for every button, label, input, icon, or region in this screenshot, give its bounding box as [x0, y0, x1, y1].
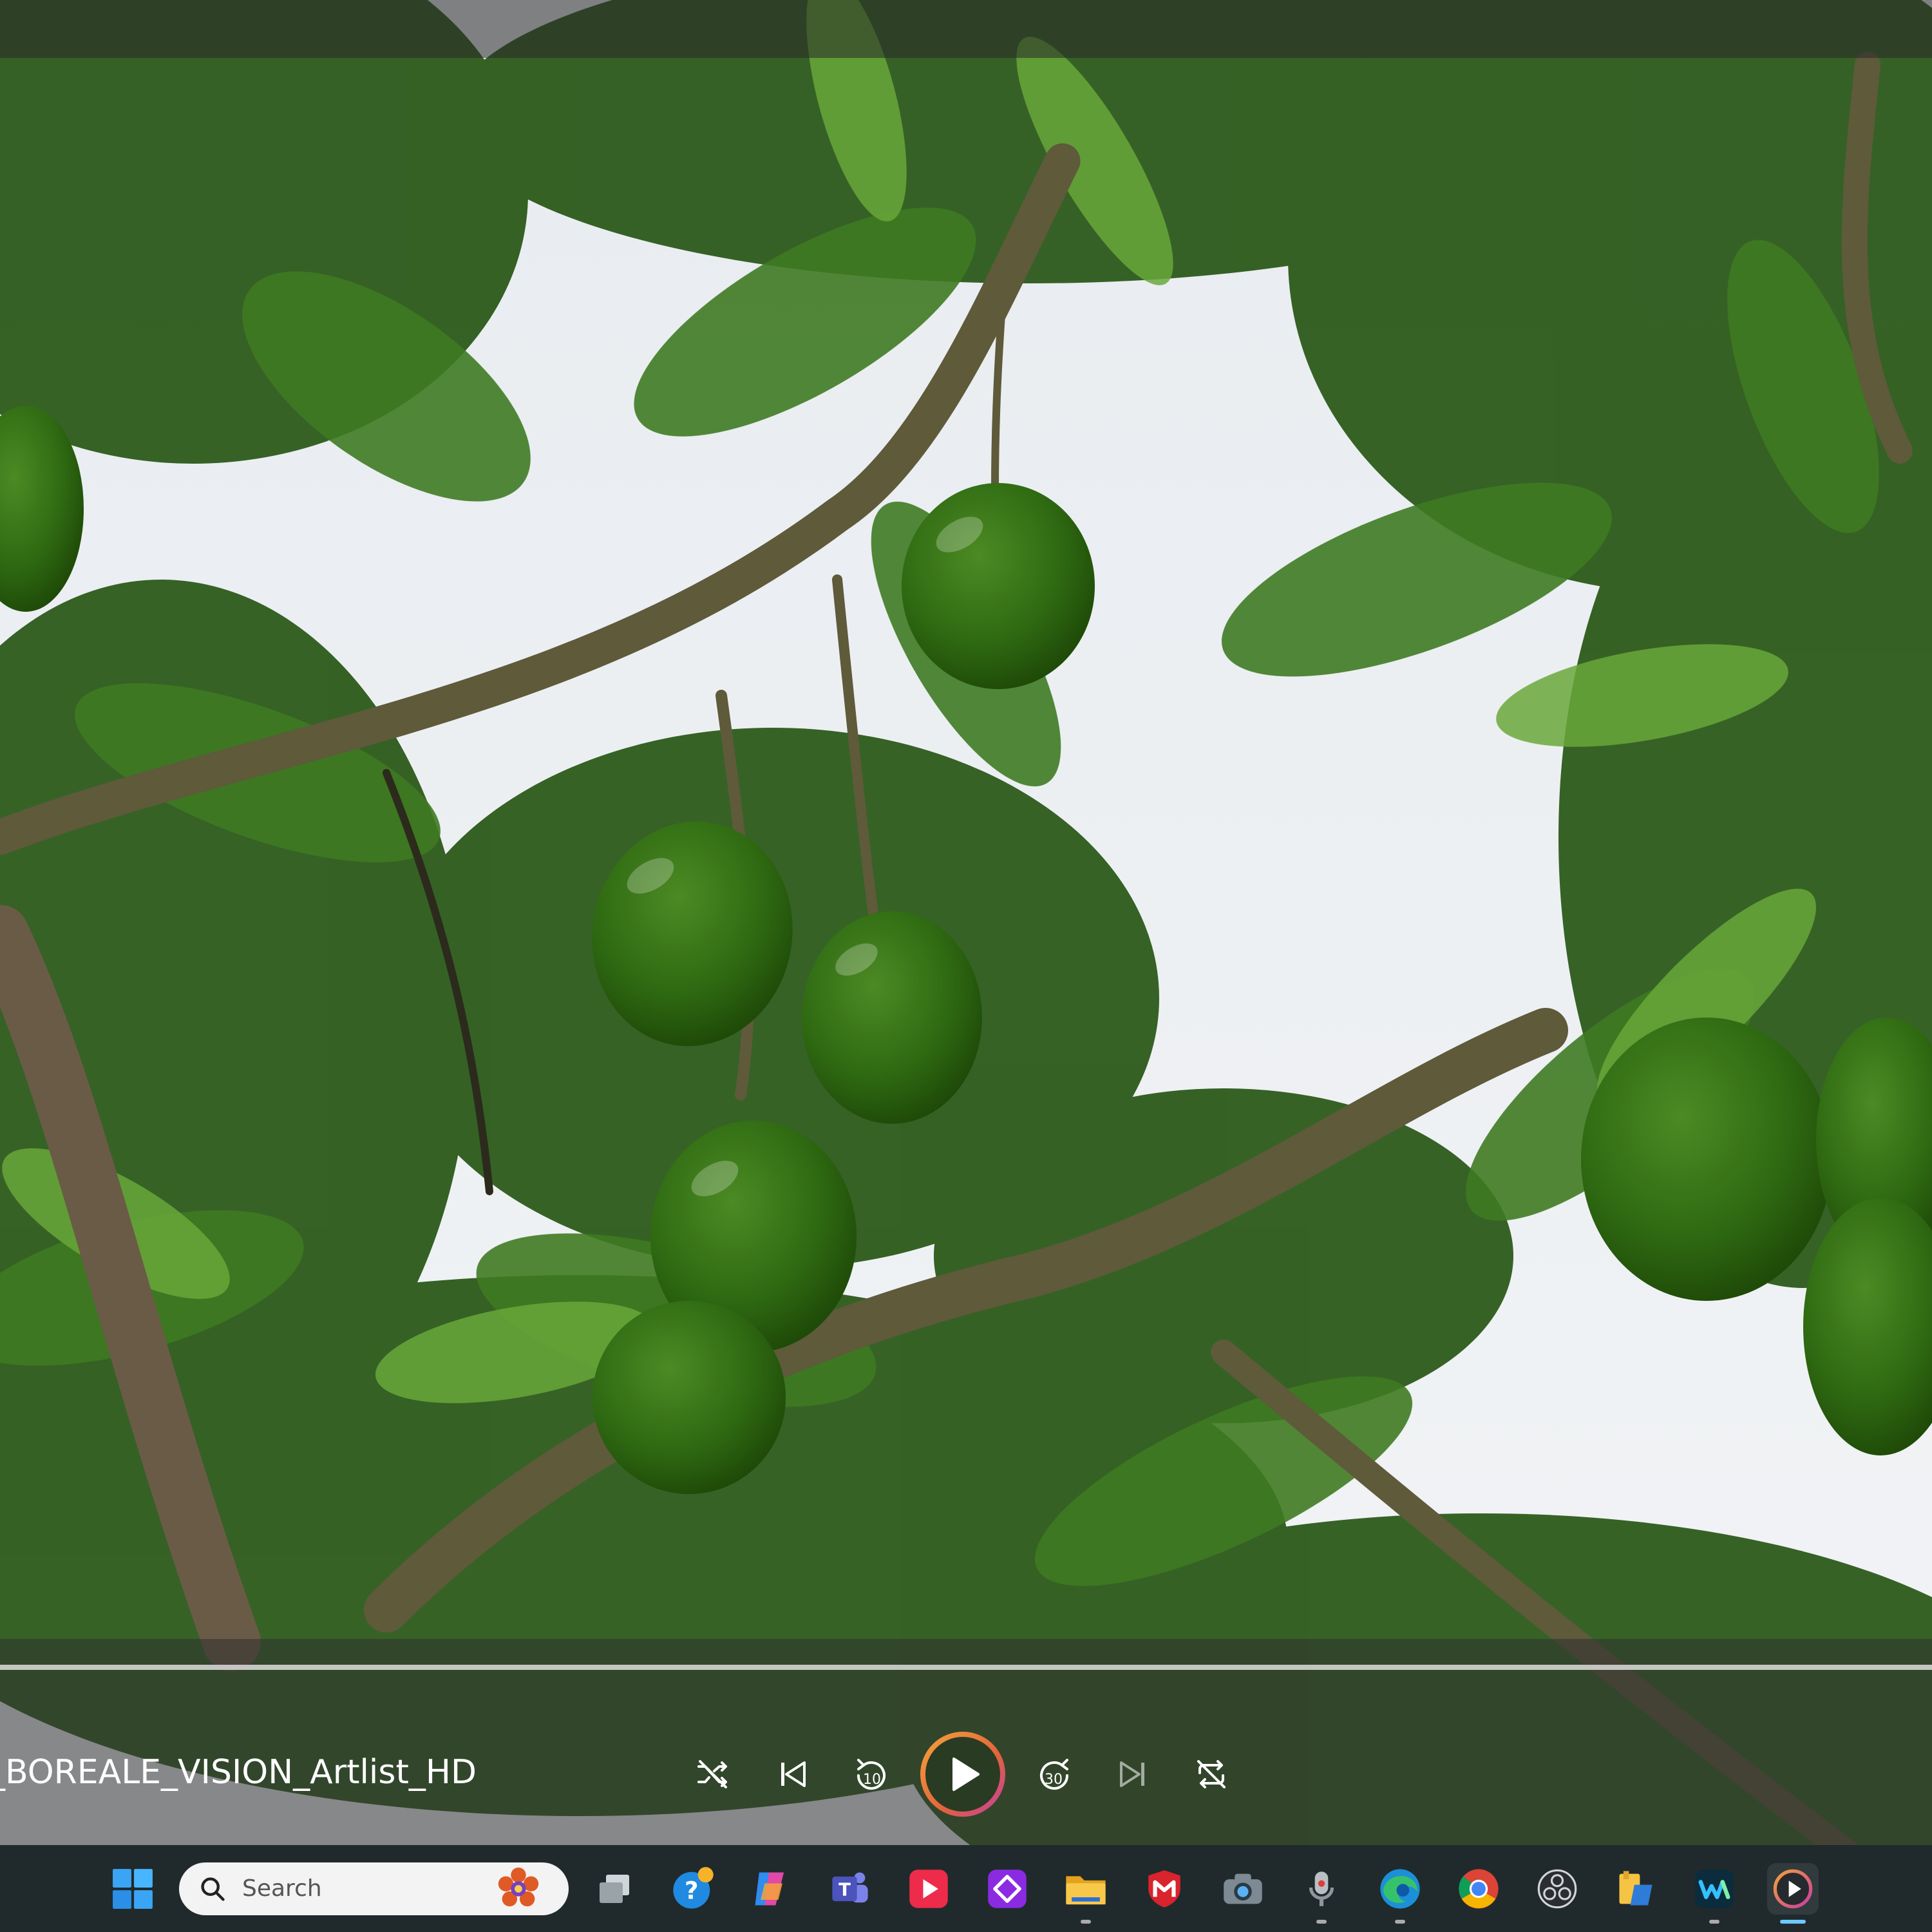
- obs-icon: [1537, 1869, 1577, 1909]
- chrome-app[interactable]: [1453, 1863, 1504, 1915]
- media-player-app[interactable]: [1767, 1863, 1819, 1924]
- forward-seconds-label: 30: [1045, 1772, 1063, 1788]
- files-app[interactable]: [1610, 1863, 1662, 1915]
- edge-icon: [1380, 1869, 1420, 1909]
- next-button[interactable]: [1104, 1745, 1162, 1803]
- skip-next-icon: [1120, 1761, 1144, 1787]
- voice-recorder-app[interactable]: [1296, 1863, 1347, 1924]
- repeat-off-icon: [1197, 1760, 1226, 1788]
- rewind-seconds-label: 10: [863, 1772, 881, 1788]
- active-app-indicator: [1780, 1920, 1806, 1924]
- task-view-icon: [600, 1875, 629, 1903]
- shuffle-button[interactable]: [684, 1745, 742, 1803]
- folder-icon: [1066, 1876, 1106, 1905]
- search-placeholder: Search: [242, 1875, 322, 1902]
- play-red-icon: [909, 1870, 948, 1908]
- running-indicator: [1316, 1920, 1327, 1924]
- help-icon: ?: [673, 1867, 714, 1909]
- media-title-text: y_BOREALE_VISION_Artlist_HD: [0, 1753, 477, 1792]
- rewind-10-icon: 10: [857, 1759, 886, 1790]
- webex-icon: [1695, 1870, 1734, 1908]
- media-app-red[interactable]: [903, 1863, 954, 1915]
- shuffle-icon: [697, 1760, 727, 1788]
- webex-app[interactable]: [1689, 1863, 1740, 1924]
- search-icon: [201, 1877, 225, 1901]
- search-highlight-flower-icon: [498, 1867, 539, 1907]
- files-icon: [1619, 1871, 1653, 1906]
- task-view-button[interactable]: [589, 1863, 641, 1915]
- chrome-icon: [1459, 1869, 1499, 1909]
- skip-previous-icon: [781, 1761, 806, 1787]
- get-help-app[interactable]: ?: [667, 1863, 719, 1915]
- purple-app[interactable]: [981, 1863, 1033, 1915]
- repeat-button[interactable]: [1182, 1745, 1240, 1803]
- teams-app[interactable]: T: [824, 1863, 876, 1915]
- running-indicator: [1709, 1920, 1719, 1924]
- seek-bar[interactable]: [0, 1665, 1932, 1670]
- copilot-app[interactable]: [746, 1863, 797, 1915]
- mcafee-app[interactable]: [1139, 1863, 1190, 1915]
- copilot-icon: [755, 1872, 784, 1906]
- media-player-icon: [1773, 1869, 1813, 1909]
- previous-button[interactable]: [764, 1745, 822, 1803]
- svg-text:T: T: [838, 1879, 851, 1900]
- teams-icon: T: [832, 1872, 868, 1903]
- obs-app[interactable]: [1531, 1863, 1583, 1915]
- rewind-10-button[interactable]: 10: [842, 1745, 900, 1803]
- running-indicator: [1081, 1920, 1091, 1924]
- taskbar-search[interactable]: Search: [179, 1862, 569, 1915]
- camera-icon: [1224, 1873, 1262, 1904]
- running-indicator: [1395, 1920, 1405, 1924]
- svg-text:?: ?: [685, 1876, 699, 1904]
- media-title: y_BOREALE_VISION_Artlist_HD: [0, 1747, 670, 1798]
- play-button[interactable]: [918, 1729, 1008, 1819]
- title-bar-overlay: [0, 0, 1932, 58]
- forward-30-icon: 30: [1040, 1759, 1068, 1790]
- camera-app[interactable]: [1217, 1863, 1269, 1915]
- forward-30-button[interactable]: 30: [1025, 1745, 1083, 1803]
- shield-m-icon: [1148, 1870, 1180, 1908]
- windows-logo-icon: [113, 1869, 153, 1909]
- edge-app[interactable]: [1374, 1863, 1426, 1924]
- purple-diamond-icon: [988, 1870, 1027, 1908]
- file-explorer-app[interactable]: [1060, 1863, 1112, 1924]
- microphone-icon: [1309, 1871, 1334, 1906]
- start-button[interactable]: [107, 1863, 158, 1915]
